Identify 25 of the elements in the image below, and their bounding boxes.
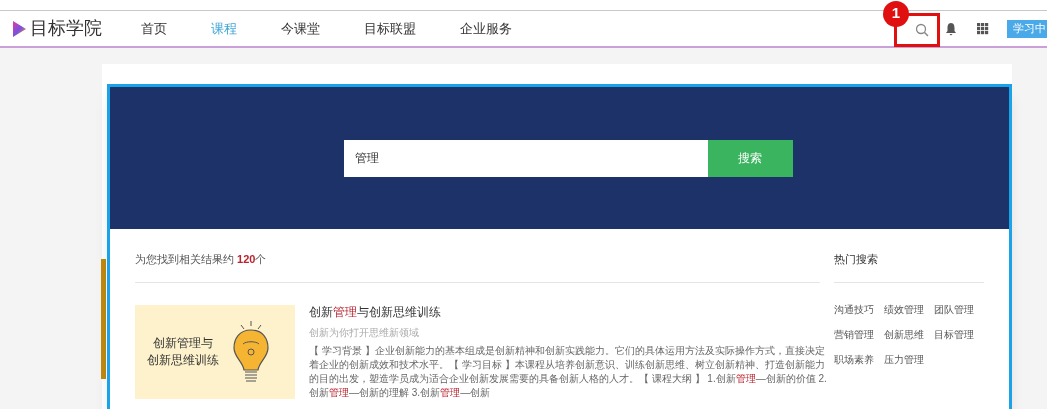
grid-icon[interactable] — [977, 22, 989, 35]
hot-search-tag[interactable]: 创新思维 — [884, 326, 934, 344]
nav-link[interactable]: 企业服务 — [460, 18, 512, 39]
logo-text[interactable]: 目标学院 — [30, 15, 102, 42]
hot-search-tag[interactable]: 团队管理 — [934, 301, 984, 319]
nav-link[interactable]: 首页 — [141, 18, 167, 39]
course-title[interactable]: 创新管理与创新思维训练 — [309, 304, 829, 320]
search-icon[interactable] — [915, 22, 929, 37]
hot-search-tag[interactable]: 绩效管理 — [884, 301, 934, 319]
result-count: 为您找到相关结果约 120个 — [135, 252, 268, 267]
hot-search-tag[interactable]: 目标管理 — [934, 326, 984, 344]
hot-search-tag[interactable]: 压力管理 — [884, 351, 934, 369]
nav-link[interactable]: 目标联盟 — [364, 18, 416, 39]
hot-search-tag[interactable]: 职场素养 — [834, 351, 884, 369]
course-subtitle: 创新为你打开思维新领域 — [309, 326, 420, 340]
hot-search-title: 热门搜索 — [834, 252, 879, 267]
hot-search-tag[interactable]: 营销管理 — [834, 326, 884, 344]
search-field[interactable]: 管理 — [343, 139, 708, 177]
course-thumbnail[interactable]: 创新管理与 创新思维训练 — [135, 305, 295, 399]
course-description: 【 学习背景 】企业创新能力的基本组成是创新精神和创新实践能力。它们的具体运用方法及实际操作方式，直接决定着企业的创新成效和技术水平。【 学习目标 】本课程从培养创新意识、训练创新思维、树立创新精神、打造创新能力的目的出发，塑造学员成为适合企业创新发展需要的具备创新人格的人才。【 课程大纲 】 1.创新管理—创新的价值 2.创新管理—创新的理解 3.创新管理—创新 — [309, 344, 828, 400]
nav-link[interactable]: 今课堂 — [281, 18, 320, 39]
bell-icon[interactable] — [945, 21, 957, 36]
hot-search-tag[interactable]: 沟通技巧 — [834, 301, 884, 319]
logo-icon — [11, 19, 27, 38]
thumbnail-caption: 创新管理与 创新思维训练 — [147, 335, 219, 369]
